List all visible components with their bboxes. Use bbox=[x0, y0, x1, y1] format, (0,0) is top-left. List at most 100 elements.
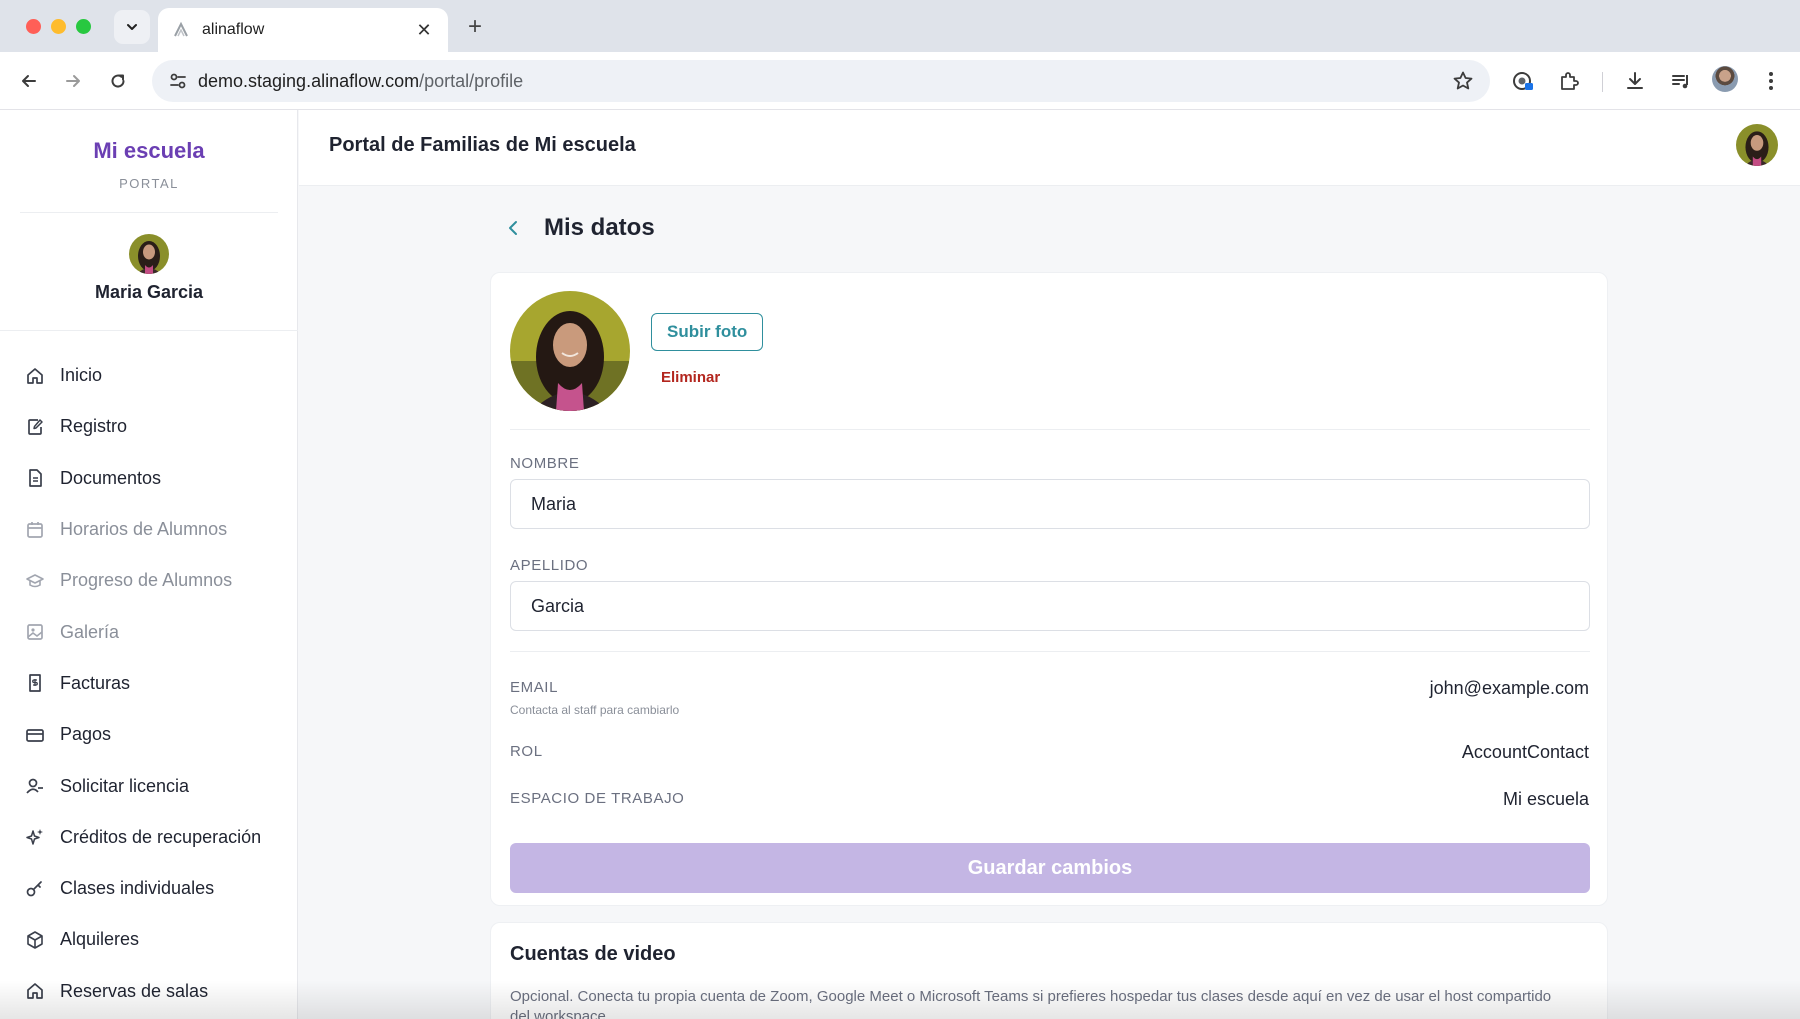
profile-card: Subir foto Eliminar NOMBRE APELLIDO EMAI… bbox=[490, 272, 1608, 906]
reload-icon[interactable] bbox=[103, 66, 133, 96]
video-accounts-description: Opcional. Conecta tu propia cuenta de Zo… bbox=[510, 988, 1552, 1019]
sidebar-item-label: Registro bbox=[60, 416, 128, 437]
last-name-field[interactable] bbox=[510, 581, 1590, 631]
tab-list-button[interactable] bbox=[114, 10, 150, 44]
sidebar-item-registro[interactable]: Registro bbox=[0, 401, 298, 452]
tab-title: alinaflow bbox=[202, 21, 265, 38]
sparkles-icon bbox=[24, 826, 46, 848]
sidebar-item-label: Alquileres bbox=[60, 929, 140, 950]
avatar[interactable] bbox=[129, 234, 169, 274]
toolbar-separator bbox=[1602, 72, 1603, 92]
email-label: EMAIL bbox=[510, 679, 559, 696]
role-value: AccountContact bbox=[1461, 742, 1589, 762]
sidebar-item-documentos[interactable]: Documentos bbox=[0, 453, 298, 504]
chevron-down-icon bbox=[125, 20, 139, 34]
sidebar-item-label: Reservas de salas bbox=[60, 980, 209, 1001]
media-control-icon[interactable] bbox=[1666, 66, 1696, 96]
save-changes-button[interactable]: Guardar cambios bbox=[510, 843, 1590, 893]
more-icon[interactable] bbox=[1756, 66, 1786, 96]
forward-icon[interactable] bbox=[58, 66, 88, 96]
sidebar-item-facturas[interactable]: Facturas bbox=[0, 658, 298, 709]
close-icon[interactable]: ✕ bbox=[414, 20, 434, 41]
page-header: Mis datos bbox=[500, 214, 655, 242]
email-hint: Contacta al staff para cambiarlo bbox=[510, 703, 680, 717]
user-minus-icon bbox=[24, 775, 46, 797]
avatar[interactable] bbox=[1736, 124, 1778, 166]
browser-tab-active[interactable]: alinaflow ✕ bbox=[158, 8, 448, 52]
home-icon bbox=[24, 365, 46, 387]
edit-document-icon bbox=[24, 416, 46, 438]
page-title: Portal de Familias de Mi escuela bbox=[329, 134, 636, 156]
sidebar-item-label: Documentos bbox=[60, 467, 162, 488]
key-icon bbox=[24, 878, 46, 900]
sidebar-item-label: Inicio bbox=[60, 365, 103, 386]
sidebar: Mi escuela PORTAL Maria Garcia Inicio Re… bbox=[0, 110, 298, 1019]
new-tab-icon[interactable]: + bbox=[458, 10, 492, 44]
credit-card-icon bbox=[24, 724, 46, 746]
site-settings-icon[interactable] bbox=[158, 71, 198, 91]
window-close-button[interactable] bbox=[26, 19, 41, 34]
profile-title: Mis datos bbox=[544, 214, 655, 241]
sidebar-item-reservas[interactable]: Reservas de salas bbox=[0, 966, 298, 1017]
first-name-field[interactable] bbox=[510, 479, 1590, 529]
sidebar-item-label: Créditos de recuperación bbox=[60, 826, 262, 847]
back-icon[interactable] bbox=[14, 66, 44, 96]
video-accounts-title: Cuentas de video bbox=[510, 943, 676, 965]
browser-tab-strip: alinaflow ✕ + bbox=[0, 0, 1800, 52]
password-manager-icon[interactable] bbox=[1508, 66, 1538, 96]
workspace-value: Mi escuela bbox=[1502, 789, 1589, 809]
divider bbox=[0, 330, 298, 331]
delete-photo-link[interactable]: Eliminar bbox=[661, 369, 720, 386]
star-icon[interactable] bbox=[1452, 70, 1474, 92]
extensions-icon[interactable] bbox=[1554, 66, 1584, 96]
workspace-label: ESPACIO DE TRABAJO bbox=[510, 790, 685, 807]
sidebar-item-label: Pagos bbox=[60, 724, 112, 745]
browser-profile-avatar[interactable] bbox=[1712, 66, 1738, 92]
sidebar-item-alquileres[interactable]: Alquileres bbox=[0, 914, 298, 965]
graduation-cap-icon bbox=[24, 570, 46, 592]
sidebar-item-clases-individuales[interactable]: Clases individuales bbox=[0, 863, 298, 914]
invoice-icon bbox=[24, 672, 46, 694]
role-label: ROL bbox=[510, 743, 543, 760]
sidebar-item-progreso[interactable]: Progreso de Alumnos bbox=[0, 555, 298, 606]
brand-name[interactable]: Mi escuela bbox=[0, 138, 298, 164]
calendar-icon bbox=[24, 519, 46, 541]
first-name-label: NOMBRE bbox=[510, 455, 580, 472]
image-icon bbox=[24, 621, 46, 643]
divider bbox=[20, 212, 278, 213]
home-icon bbox=[24, 980, 46, 1002]
brand-subtitle: PORTAL bbox=[119, 176, 179, 191]
alinaflow-favicon-icon bbox=[172, 21, 190, 39]
window-zoom-button[interactable] bbox=[76, 19, 91, 34]
sidebar-item-inicio[interactable]: Inicio bbox=[0, 350, 298, 401]
divider bbox=[510, 651, 1590, 652]
user-name: Maria Garcia bbox=[94, 282, 204, 302]
top-header: Portal de Familias de Mi escuela bbox=[299, 110, 1800, 186]
email-value: john@example.com bbox=[1429, 678, 1589, 698]
last-name-label: APELLIDO bbox=[510, 557, 589, 574]
upload-photo-button[interactable]: Subir foto bbox=[651, 313, 764, 351]
sidebar-item-label: Facturas bbox=[60, 672, 131, 693]
document-icon bbox=[24, 467, 46, 489]
sidebar-nav: Inicio Registro Documentos Horarios de A… bbox=[0, 350, 298, 1017]
window-minimize-button[interactable] bbox=[51, 19, 66, 34]
sidebar-item-horarios[interactable]: Horarios de Alumnos bbox=[0, 504, 298, 555]
divider bbox=[510, 429, 1590, 430]
address-bar[interactable]: demo.staging.alinaflow.com/portal/profil… bbox=[152, 60, 1490, 102]
sidebar-item-label: Horarios de Alumnos bbox=[60, 519, 228, 540]
sidebar-item-label: Clases individuales bbox=[60, 878, 215, 899]
chevron-left-icon[interactable] bbox=[500, 215, 526, 241]
sidebar-item-pagos[interactable]: Pagos bbox=[0, 709, 298, 760]
box-icon bbox=[24, 929, 46, 951]
sidebar-item-galeria[interactable]: Galería bbox=[0, 606, 298, 657]
sidebar-item-label: Solicitar licencia bbox=[60, 775, 190, 796]
sidebar-item-creditos[interactable]: Créditos de recuperación bbox=[0, 812, 298, 863]
sidebar-item-label: Galería bbox=[60, 621, 120, 642]
download-icon[interactable] bbox=[1620, 66, 1650, 96]
video-accounts-card: Cuentas de video Opcional. Conecta tu pr… bbox=[490, 922, 1608, 1019]
url-text: demo.staging.alinaflow.com/portal/profil… bbox=[198, 70, 524, 91]
profile-photo bbox=[510, 291, 630, 411]
sidebar-item-label: Progreso de Alumnos bbox=[60, 570, 233, 591]
app-viewport: Mi escuela PORTAL Maria Garcia Inicio Re… bbox=[0, 110, 1800, 1019]
sidebar-item-solicitar-licencia[interactable]: Solicitar licencia bbox=[0, 760, 298, 811]
